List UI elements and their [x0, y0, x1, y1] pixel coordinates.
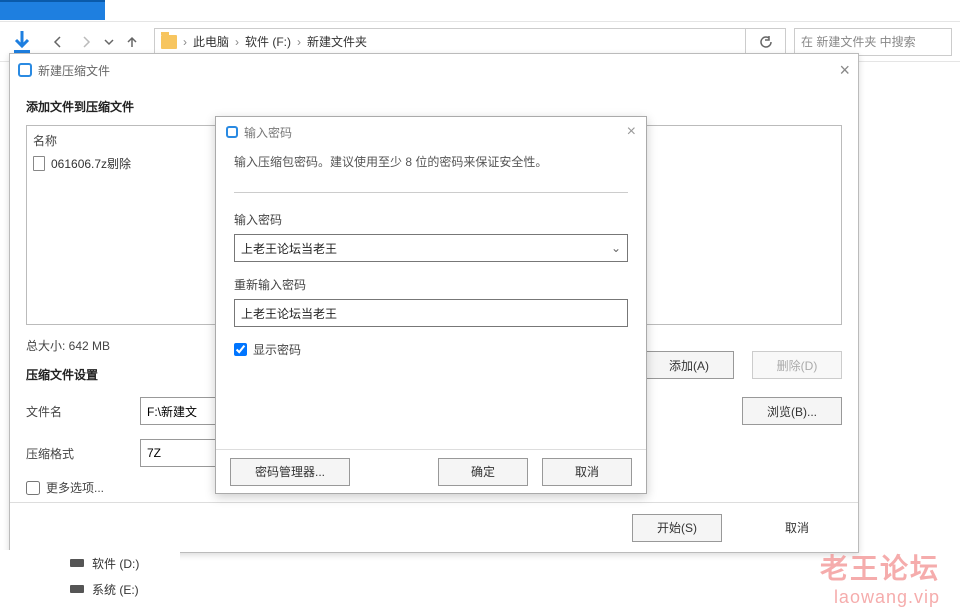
sidebar-item-label: 系统 (E:)	[92, 581, 139, 598]
search-input[interactable]: 在 新建文件夹 中搜索	[794, 28, 952, 56]
window-ribbon	[0, 0, 960, 22]
download-icon	[0, 31, 44, 53]
add-files-label: 添加文件到压缩文件	[26, 98, 842, 115]
sidebar-item-drive-e[interactable]: 系统 (E:)	[0, 576, 180, 602]
dialog2-titlebar: 输入密码 ×	[216, 117, 646, 147]
format-label: 压缩格式	[26, 445, 126, 462]
sidebar-item-drive-d[interactable]: 软件 (D:)	[0, 550, 180, 576]
dialog1-titlebar: 新建压缩文件 ×	[10, 54, 858, 86]
show-password-box[interactable]	[234, 343, 247, 356]
dialog1-title: 新建压缩文件	[38, 62, 110, 79]
selected-tab-indicator	[0, 0, 105, 20]
folder-tree: 软件 (D:) 系统 (E:)	[0, 550, 180, 602]
hdd-icon	[70, 559, 84, 567]
divider	[234, 192, 628, 193]
start-button[interactable]: 开始(S)	[632, 514, 722, 542]
dialog2-close-icon[interactable]: ×	[627, 123, 636, 141]
filename-label: 文件名	[26, 403, 126, 420]
up-button[interactable]	[118, 28, 146, 56]
breadcrumb-drive[interactable]: 软件 (F:)	[245, 33, 291, 50]
forward-button[interactable]	[72, 28, 100, 56]
app-icon	[18, 63, 32, 77]
watermark: 老王论坛 laowang.vip	[820, 547, 940, 608]
browse-button[interactable]: 浏览(B)...	[742, 397, 842, 425]
password-value: 上老王论坛当老王	[241, 240, 337, 257]
dialog1-close-icon[interactable]: ×	[839, 60, 850, 81]
show-password-checkbox[interactable]: 显示密码	[234, 341, 628, 358]
chevron-down-icon[interactable]: ⌄	[611, 241, 621, 255]
app-icon	[226, 126, 238, 138]
cancel-button-2[interactable]: 取消	[542, 458, 632, 486]
address-bar[interactable]: › 此电脑 › 软件 (F:) › 新建文件夹	[154, 28, 746, 56]
ok-button[interactable]: 确定	[438, 458, 528, 486]
document-icon	[33, 156, 45, 171]
password-confirm-value: 上老王论坛当老王	[241, 305, 337, 322]
password-input[interactable]: 上老王论坛当老王 ⌄	[234, 234, 628, 262]
password-confirm-label: 重新输入密码	[234, 276, 628, 293]
more-options-box[interactable]	[26, 481, 40, 495]
password-dialog: 输入密码 × 输入压缩包密码。建议使用至少 8 位的密码来保证安全性。 输入密码…	[215, 116, 647, 494]
hdd-icon	[70, 585, 84, 593]
add-button[interactable]: 添加(A)	[644, 351, 734, 379]
password-hint: 输入压缩包密码。建议使用至少 8 位的密码来保证安全性。	[234, 153, 628, 170]
password-label: 输入密码	[234, 211, 628, 228]
history-dropdown[interactable]	[100, 28, 118, 56]
breadcrumb-folder[interactable]: 新建文件夹	[307, 33, 367, 50]
show-password-label: 显示密码	[253, 341, 301, 358]
folder-icon	[161, 35, 177, 49]
more-options-label: 更多选项...	[46, 479, 104, 496]
sidebar-item-label: 软件 (D:)	[92, 555, 139, 572]
refresh-button[interactable]	[746, 28, 786, 56]
search-placeholder: 在 新建文件夹 中搜索	[801, 33, 916, 50]
password-confirm-input[interactable]: 上老王论坛当老王	[234, 299, 628, 327]
cancel-button[interactable]: 取消	[752, 514, 842, 542]
dialog2-title: 输入密码	[244, 124, 292, 141]
back-button[interactable]	[44, 28, 72, 56]
breadcrumb-pc[interactable]: 此电脑	[193, 33, 229, 50]
remove-button[interactable]: 删除(D)	[752, 351, 842, 379]
password-manager-button[interactable]: 密码管理器...	[230, 458, 350, 486]
file-name: 061606.7z剔除	[51, 155, 131, 172]
